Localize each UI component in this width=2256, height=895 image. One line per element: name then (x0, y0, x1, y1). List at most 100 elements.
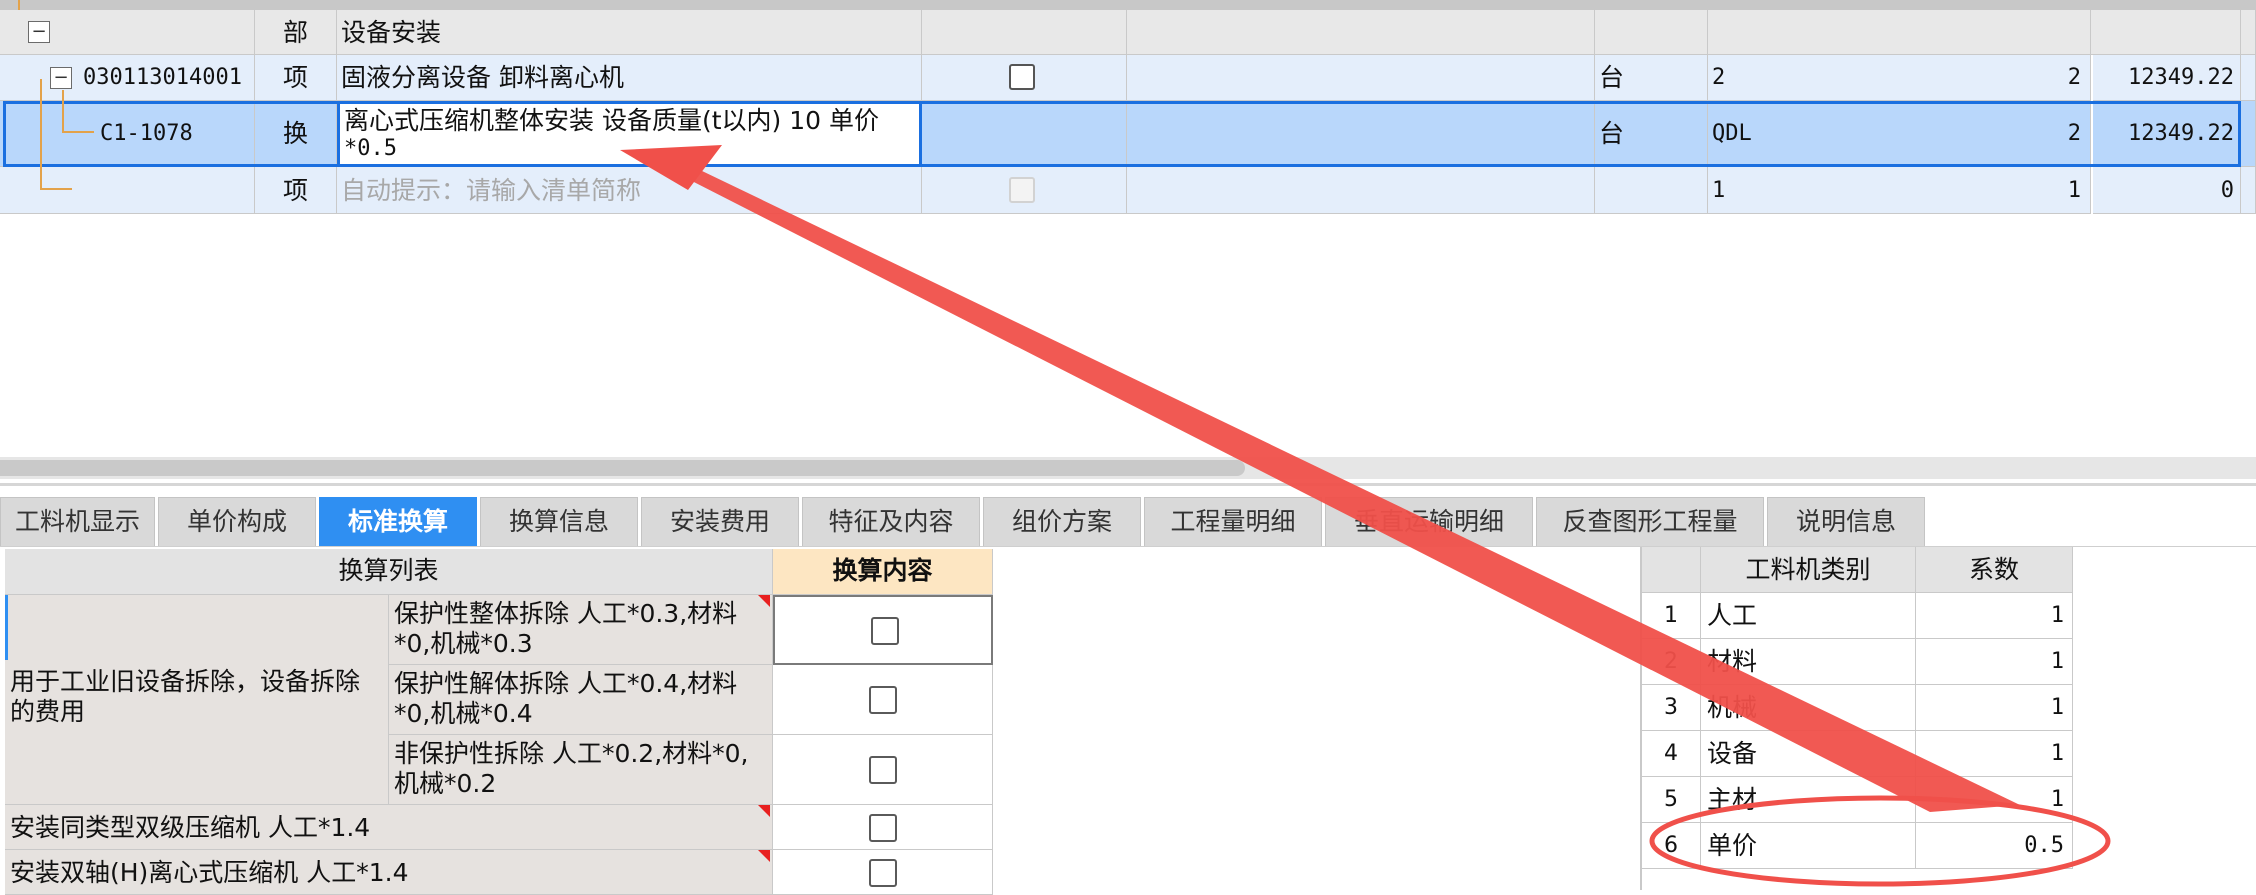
collapse-icon[interactable]: − (50, 67, 72, 89)
option-cell[interactable]: 保护性整体拆除 人工*0.3,材料*0,机械*0.3 (389, 595, 773, 665)
name-line-1: 离心式压缩机整体安装 设备质量(t以内) 10 单价 (344, 106, 879, 135)
feature-cell[interactable] (922, 10, 1127, 55)
unit-cell[interactable]: 台 (1595, 55, 1708, 101)
option-check-cell[interactable] (773, 665, 993, 735)
type-cell: 部 (255, 10, 337, 55)
coef-cell[interactable]: 1 (1916, 777, 2073, 823)
include-checkbox[interactable] (1009, 64, 1035, 90)
header-conversion-content: 换算内容 (773, 549, 993, 595)
code-cell[interactable]: C1-1078 (0, 101, 255, 167)
code-cell[interactable] (0, 167, 255, 214)
price-cell[interactable]: 12349.22 (2093, 101, 2241, 167)
tree-line (18, 0, 20, 10)
tree-line (62, 131, 94, 133)
name-line-2: *0.5 (344, 136, 397, 161)
qty-cell[interactable]: 2 (1708, 55, 2093, 101)
content-cell[interactable] (1127, 10, 1595, 55)
tab-description[interactable]: 说明信息 (1767, 497, 1925, 546)
conversion-check-cell[interactable] (773, 805, 993, 850)
note-marker-icon (758, 595, 770, 607)
row-index: 3 (1642, 685, 1701, 731)
name-cell[interactable]: 固液分离设备 卸料离心机 (337, 55, 922, 101)
type-cell: 人工 (1701, 593, 1916, 639)
row-index: 1 (1642, 593, 1701, 639)
group-label: 用于工业旧设备拆除，设备拆除的费用 (10, 667, 361, 726)
tab-unit-price-composition[interactable]: 单价构成 (158, 497, 316, 546)
tab-features-content[interactable]: 特征及内容 (802, 497, 980, 546)
include-checkbox-disabled (1009, 177, 1035, 203)
option-checkbox[interactable] (871, 617, 899, 645)
feature-cell[interactable] (922, 101, 1127, 167)
type-cell: 换 (255, 101, 337, 167)
content-cell[interactable] (1127, 101, 1595, 167)
coef-cell[interactable]: 1 (1916, 639, 2073, 685)
coef-cell[interactable]: 1 (1916, 685, 2073, 731)
conversion-checkbox[interactable] (869, 859, 897, 887)
option-label: 非保护性拆除 人工*0.2,材料*0,机械*0.2 (394, 739, 749, 798)
top-strip (0, 0, 2256, 10)
type-cell: 单价 (1701, 823, 1916, 869)
option-checkbox[interactable] (869, 686, 897, 714)
tab-vertical-transport[interactable]: 垂直运输明细 (1325, 497, 1533, 546)
tab-standard-conversion[interactable]: 标准换算 (319, 497, 477, 546)
option-cell[interactable]: 非保护性拆除 人工*0.2,材料*0,机械*0.2 (389, 735, 773, 805)
name-hint-cell[interactable]: 自动提示：请输入清单简称 (337, 167, 922, 214)
qty-cell[interactable]: 1 (1708, 167, 2093, 214)
feature-cell[interactable] (922, 167, 1127, 214)
type-cell: 项 (255, 167, 337, 214)
conversion-row-cell[interactable]: 安装同类型双级压缩机 人工*1.4 (5, 805, 773, 850)
coef-cell[interactable]: 1 (1916, 731, 2073, 777)
qty-cell[interactable]: 2 (1708, 101, 2093, 167)
price-cell[interactable] (2093, 10, 2241, 55)
price-cell[interactable]: 12349.22 (2093, 55, 2241, 101)
type-cell: 项 (255, 55, 337, 101)
focus-indicator (5, 595, 8, 660)
header-index (1642, 547, 1701, 593)
option-check-cell[interactable] (773, 735, 993, 805)
content-cell[interactable] (1127, 167, 1595, 214)
coef-cell[interactable]: 0.5 (1916, 823, 2073, 869)
tree-line (62, 90, 64, 132)
tab-conversion-info[interactable]: 换算信息 (480, 497, 638, 546)
option-checkbox[interactable] (869, 756, 897, 784)
conversion-checkbox[interactable] (869, 814, 897, 842)
conversion-row-cell[interactable]: 安装双轴(H)离心式压缩机 人工*1.4 (5, 850, 773, 895)
feature-cell[interactable] (922, 55, 1127, 101)
code-cell[interactable]: 030113014001 (0, 55, 255, 101)
scrollbar-thumb[interactable] (0, 460, 1245, 476)
option-check-cell[interactable] (773, 595, 993, 665)
row-end (2241, 167, 2256, 214)
header-coefficient: 系数 (1916, 547, 2073, 593)
unit-cell[interactable] (1595, 167, 1708, 214)
row-end (2241, 10, 2256, 55)
name-edit-cell[interactable]: 离心式压缩机整体安装 设备质量(t以内) 10 单价 *0.5 (337, 101, 922, 167)
name-cell[interactable]: 设备安装 (337, 10, 922, 55)
tab-labor-material-display[interactable]: 工料机显示 (0, 497, 155, 546)
price-cell[interactable]: 0 (2093, 167, 2241, 214)
header-type: 工料机类别 (1701, 547, 1916, 593)
row-index: 2 (1642, 639, 1701, 685)
tab-pricing-plan[interactable]: 组价方案 (983, 497, 1141, 546)
unit-cell[interactable]: 台 (1595, 101, 1708, 167)
code-cell[interactable]: − (0, 10, 255, 55)
option-cell[interactable]: 保护性解体拆除 人工*0.4,材料*0,机械*0.4 (389, 665, 773, 735)
tree-line (40, 188, 72, 190)
pane-divider[interactable] (0, 483, 2256, 486)
type-cell: 材料 (1701, 639, 1916, 685)
note-marker-icon (758, 850, 770, 862)
collapse-icon[interactable]: − (28, 21, 50, 43)
row-index: 5 (1642, 777, 1701, 823)
tab-reverse-lookup[interactable]: 反查图形工程量 (1536, 497, 1764, 546)
expr-cell[interactable] (1708, 10, 2091, 55)
content-cell[interactable] (1127, 55, 1595, 101)
tab-quantity-detail[interactable]: 工程量明细 (1144, 497, 1322, 546)
coef-cell[interactable]: 1 (1916, 593, 2073, 639)
tab-installation-cost[interactable]: 安装费用 (641, 497, 799, 546)
header-conversion-list: 换算列表 (5, 549, 773, 595)
conversion-check-cell[interactable] (773, 850, 993, 895)
option-label: 保护性解体拆除 人工*0.4,材料*0,机械*0.4 (394, 669, 738, 728)
type-cell: 机械 (1701, 685, 1916, 731)
row-index: 6 (1642, 823, 1701, 869)
unit-cell[interactable] (1595, 10, 1708, 55)
conversion-row-label: 安装双轴(H)离心式压缩机 人工*1.4 (10, 858, 409, 887)
